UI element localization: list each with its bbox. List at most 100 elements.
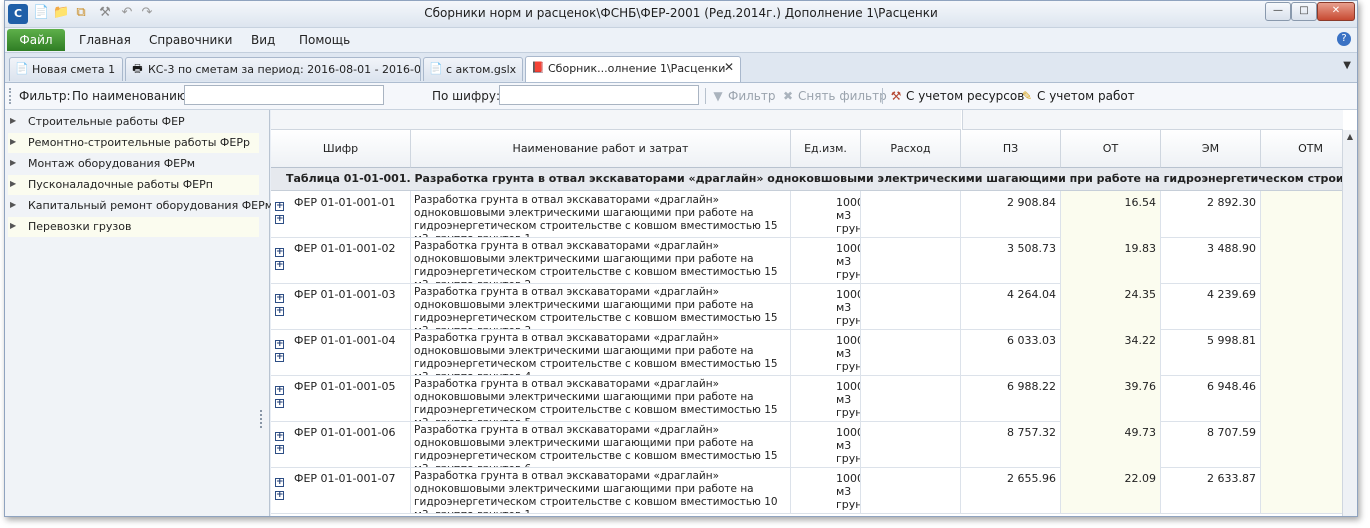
table-row[interactable]: ФЕР 01-01-001-05 Разработка грунта в отва… [271,375,1357,422]
cell-consumption[interactable] [861,375,961,421]
expand-arrow-icon[interactable]: ▶ [10,179,16,188]
cell-name[interactable]: Разработка грунта в отвал экскаваторами … [411,329,791,375]
column-header-unit[interactable]: Ед.изм. [791,130,861,168]
expand-plus-icon[interactable]: + [275,353,284,362]
expand-plus-icon[interactable]: + [275,386,284,395]
cell-name[interactable]: Разработка грунта в отвал экскаваторами … [411,191,791,237]
tab-collection-prices[interactable]: 📕 Сборник...олнение 1\Расценки ✕ [525,56,741,82]
expand-plus-icon[interactable]: + [275,248,284,257]
cell-pz[interactable]: 3 508.73 [961,237,1061,283]
cell-unit[interactable]: 1000 м3 грунта [791,329,861,375]
table-row[interactable]: ФЕР 01-01-001-06 Разработка грунта в отва… [271,421,1357,468]
cell-code[interactable]: ФЕР 01-01-001-05 [271,375,411,421]
cell-em[interactable]: 6 948.46 [1161,375,1261,421]
filter-button[interactable]: ▼ Фильтр [710,86,778,106]
cell-ot[interactable]: 39.76 [1061,375,1161,421]
cell-code[interactable]: ФЕР 01-01-001-06 [271,421,411,467]
pane-splitter[interactable] [260,410,265,428]
cell-pz[interactable]: 6 988.22 [961,375,1061,421]
file-menu[interactable]: Файл [7,29,65,51]
menu-view[interactable]: Вид [251,33,275,47]
tree-item-transport[interactable]: ▶ Перевозки грузов [8,217,259,237]
close-tab-icon[interactable]: ✕ [724,60,734,74]
table-row[interactable]: ФЕР 01-01-001-07 Разработка грунта в отва… [271,467,1357,514]
cell-code[interactable]: ФЕР 01-01-001-02 [271,237,411,283]
cell-ot[interactable]: 24.35 [1061,283,1161,329]
expand-plus-icon[interactable]: + [275,399,284,408]
cell-unit[interactable]: 1000 м3 грунта [791,421,861,467]
cell-name[interactable]: Разработка грунта в отвал экскаваторами … [411,421,791,467]
expand-plus-icon[interactable]: + [275,445,284,454]
cell-pz[interactable]: 8 757.32 [961,421,1061,467]
cell-code[interactable]: ФЕР 01-01-001-03 [271,283,411,329]
tree-item-overhaul[interactable]: ▶ Капитальный ремонт оборудования ФЕРмр [8,196,280,216]
cell-ot[interactable]: 22.09 [1061,467,1161,513]
column-header-pz[interactable]: ПЗ [961,130,1061,168]
code-filter-input[interactable] [499,85,699,105]
scroll-up-icon[interactable]: ▲ [1343,130,1357,144]
cell-unit[interactable]: 1000 м3 грунта [791,283,861,329]
cell-unit[interactable]: 1000 м3 грунта [791,237,861,283]
cell-name[interactable]: Разработка грунта в отвал экскаваторами … [411,375,791,421]
with-resources-button[interactable]: ⚒ С учетом ресурсов [888,86,1025,106]
expand-plus-icon[interactable]: + [275,202,284,211]
cell-ot[interactable]: 34.22 [1061,329,1161,375]
tab-act-file[interactable]: 📄 с актом.gslx [423,57,523,81]
tree-item-construction[interactable]: ▶ Строительные работы ФЕР [8,112,259,132]
tabs-dropdown-icon[interactable]: ▼ [1343,60,1351,71]
tree-item-installation[interactable]: ▶ Монтаж оборудования ФЕРм [8,154,259,174]
cell-pz[interactable]: 4 264.04 [961,283,1061,329]
table-row[interactable]: ФЕР 01-01-001-04 Разработка грунта в отва… [271,329,1357,376]
expand-arrow-icon[interactable]: ▶ [10,137,16,146]
expand-arrow-icon[interactable]: ▶ [10,200,16,209]
cell-consumption[interactable] [861,237,961,283]
expand-plus-icon[interactable]: + [275,491,284,500]
cell-name[interactable]: Разработка грунта в отвал экскаваторами … [411,467,791,513]
column-header-name[interactable]: Наименование работ и затрат [411,130,791,168]
cell-consumption[interactable] [861,329,961,375]
cell-code[interactable]: ФЕР 01-01-001-04 [271,329,411,375]
group-row-title[interactable]: Таблица 01-01-001. Разработка грунта в о… [271,168,1357,191]
cell-em[interactable]: 2 892.30 [1161,191,1261,237]
expand-plus-icon[interactable]: + [275,261,284,270]
cell-unit[interactable]: 1000 м3 грунта [791,467,861,513]
cell-consumption[interactable] [861,191,961,237]
cell-ot[interactable]: 16.54 [1061,191,1161,237]
cell-em[interactable]: 5 998.81 [1161,329,1261,375]
cell-pz[interactable]: 6 033.03 [961,329,1061,375]
name-filter-input[interactable] [184,85,384,105]
tab-new-estimate[interactable]: 📄 Новая смета 1 [9,57,123,81]
column-header-ot[interactable]: ОТ [1061,130,1161,168]
menu-home[interactable]: Главная [79,33,131,47]
table-row[interactable]: ФЕР 01-01-001-01 Разработка грунта в отва… [271,191,1357,238]
table-row[interactable]: ФЕР 01-01-001-02 Разработка грунта в отва… [271,237,1357,284]
maximize-button[interactable]: □ [1291,2,1317,21]
cell-code[interactable]: ФЕР 01-01-001-07 [271,467,411,513]
column-header-consumption[interactable]: Расход [861,130,961,168]
cell-code[interactable]: ФЕР 01-01-001-01 [271,191,411,237]
menu-references[interactable]: Справочники [149,33,232,47]
expand-arrow-icon[interactable]: ▶ [10,158,16,167]
cell-consumption[interactable] [861,421,961,467]
cell-em[interactable]: 2 633.87 [1161,467,1261,513]
cell-consumption[interactable] [861,283,961,329]
help-icon[interactable]: ? [1337,32,1351,46]
cell-ot[interactable]: 49.73 [1061,421,1161,467]
expand-plus-icon[interactable]: + [275,307,284,316]
toolbar-grip[interactable] [9,88,13,104]
menu-help[interactable]: Помощь [299,33,350,47]
cell-unit[interactable]: 1000 м3 грунта [791,191,861,237]
cell-pz[interactable]: 2 655.96 [961,467,1061,513]
cell-name[interactable]: Разработка грунта в отвал экскаваторами … [411,237,791,283]
expand-plus-icon[interactable]: + [275,432,284,441]
cell-em[interactable]: 3 488.90 [1161,237,1261,283]
cell-em[interactable]: 4 239.69 [1161,283,1261,329]
cell-pz[interactable]: 2 908.84 [961,191,1061,237]
tab-ks3[interactable]: 🖶 КС-3 по сметам за период: 2016-08-01 -… [125,57,421,81]
cell-unit[interactable]: 1000 м3 грунта [791,375,861,421]
expand-plus-icon[interactable]: + [275,215,284,224]
close-window-button[interactable]: ✕ [1317,2,1355,21]
expand-arrow-icon[interactable]: ▶ [10,221,16,230]
table-row[interactable]: ФЕР 01-01-001-03 Разработка грунта в отва… [271,283,1357,330]
minimize-button[interactable]: — [1265,2,1291,21]
